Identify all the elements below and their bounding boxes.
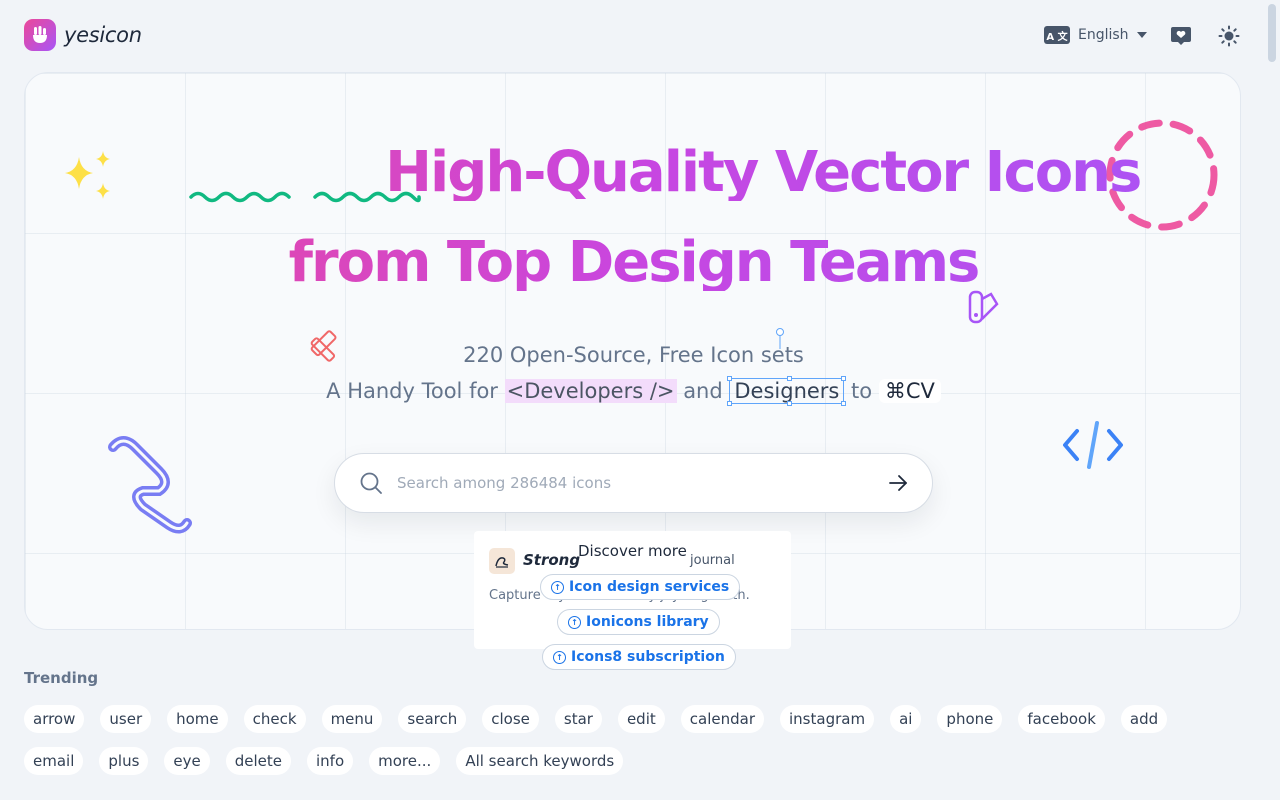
tag-email[interactable]: email: [24, 747, 84, 775]
code-icon: [1063, 421, 1123, 469]
subtitle-tagline: A Handy Tool for <Developers /> and Desi…: [25, 376, 1240, 406]
search-input[interactable]: [397, 474, 888, 492]
site-header: yesicon A 文 English: [0, 0, 1264, 72]
caret-down-icon: [1136, 32, 1147, 38]
command-cv-badge: ⌘CV: [878, 379, 941, 403]
tag-arrow[interactable]: arrow: [24, 705, 85, 733]
link-label: Icons8 subscription: [571, 649, 725, 665]
page-scrollbar[interactable]: [1264, 0, 1280, 800]
tag-close[interactable]: close: [482, 705, 539, 733]
tagline-to: to: [844, 379, 879, 403]
underline-squiggle: [189, 191, 421, 203]
arrow-up-circle-icon: ↑: [568, 615, 581, 629]
subtitle-iconsets: 220 Open-Source, Free Icon sets: [463, 343, 804, 367]
icon-design-services-link[interactable]: ↑ Icon design services: [540, 574, 741, 600]
arrow-right-icon[interactable]: [888, 473, 908, 493]
ad-logo-icon: [489, 548, 515, 574]
hero-title-line2: from Top Design Teams: [25, 235, 1240, 291]
logo-hand-icon: [24, 19, 56, 51]
sun-icon: [1218, 25, 1240, 47]
language-label: English: [1078, 27, 1129, 43]
all-search-keywords-link[interactable]: All search keywords: [456, 747, 624, 775]
link-label: Icon design services: [569, 579, 730, 595]
icons8-subscription-link[interactable]: ↑ Icons8 subscription: [542, 644, 736, 670]
arrow-up-circle-icon: ↑: [551, 580, 564, 594]
tag-check[interactable]: check: [243, 705, 306, 733]
language-selector[interactable]: A 文 English: [1044, 26, 1147, 44]
discover-more-label: Discover more: [578, 542, 687, 560]
arrow-up-circle-icon: ↑: [553, 650, 566, 664]
tag-instagram[interactable]: instagram: [780, 705, 875, 733]
tag-search[interactable]: search: [398, 705, 467, 733]
tag-star[interactable]: star: [554, 705, 602, 733]
tag-ai[interactable]: ai: [890, 705, 922, 733]
theme-toggle-button[interactable]: [1217, 24, 1241, 48]
tagline-prefix: A Handy Tool for: [326, 379, 505, 403]
designers-text: Designers: [734, 379, 840, 403]
search-icon: [360, 472, 382, 494]
ionicons-library-link[interactable]: ↑ Ionicons library: [557, 609, 720, 635]
trending-heading: Trending: [24, 669, 99, 687]
link-label: Ionicons library: [586, 614, 709, 630]
designers-selection: Designers: [727, 376, 847, 406]
feedback-button[interactable]: [1169, 24, 1193, 48]
zigzag-icon: [108, 436, 192, 534]
tag-plus[interactable]: plus: [99, 747, 149, 775]
translate-icon: A 文: [1044, 26, 1070, 44]
title-rest: High-Quality Vector Icons: [367, 140, 1141, 205]
search-bar: [334, 453, 933, 513]
tagline-and: and: [676, 379, 730, 403]
tag-info[interactable]: info: [307, 747, 354, 775]
tag-eye[interactable]: eye: [164, 747, 210, 775]
scrollbar-thumb[interactable]: [1268, 4, 1276, 62]
tag-delete[interactable]: delete: [225, 747, 291, 775]
tag-edit[interactable]: edit: [617, 705, 665, 733]
ad-journal: journal: [690, 553, 735, 568]
logo-text: yesicon: [64, 23, 142, 47]
tag-facebook[interactable]: facebook: [1018, 705, 1105, 733]
developers-highlight: <Developers />: [504, 379, 677, 403]
ad-title: Strong: [523, 551, 581, 569]
trending-tags: arrow user home check menu search close …: [24, 705, 1240, 775]
rotate-handle: [776, 328, 784, 349]
tag-user[interactable]: user: [100, 705, 152, 733]
tag-home[interactable]: home: [167, 705, 228, 733]
tag-calendar[interactable]: calendar: [680, 705, 764, 733]
tag-phone[interactable]: phone: [937, 705, 1003, 733]
logo[interactable]: yesicon: [24, 19, 142, 51]
heart-chat-icon: [1171, 27, 1191, 45]
tag-menu[interactable]: menu: [321, 705, 383, 733]
tag-add[interactable]: add: [1120, 705, 1168, 733]
tag-more[interactable]: more...: [369, 747, 441, 775]
